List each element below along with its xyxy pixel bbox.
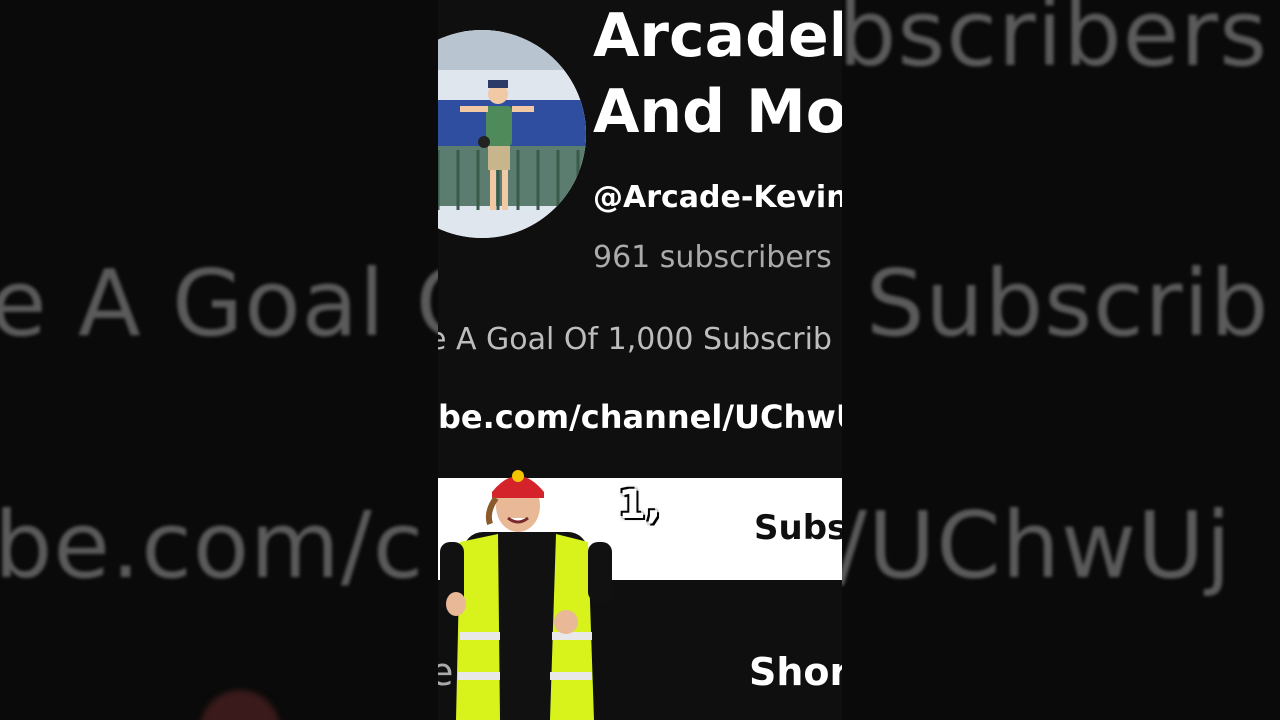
person-overlay [440,470,612,720]
channel-title-line2: And Mor [593,77,842,147]
blurred-background-right: bscribers Subscrib /UChwUj [842,0,1280,720]
blurred-background-left: e A Goal O be.com/c [0,0,438,720]
subscribe-label: Subs [754,508,842,548]
channel-link[interactable]: be.com/channel/UChwUj [438,398,842,436]
counter-overlay-text: 1, [618,482,662,528]
blurred-subscribers-text: bscribers [842,0,1269,87]
blurred-cap-shape [200,690,280,720]
blurred-description-text: e A Goal O [0,250,438,357]
blurred-subscribe-text: Subscrib [866,250,1270,357]
blurred-link-text: be.com/c [0,492,425,599]
subscriber-count: 961 subscribers [593,240,832,275]
channel-title-line1: Arcadek [593,1,842,71]
tab-shorts[interactable]: Shor [749,650,842,694]
channel-avatar[interactable] [438,30,586,238]
avatar-illustration [438,30,586,238]
channel-description[interactable]: e A Goal Of 1,000 Subscrib [438,322,832,357]
blurred-link-text-right: /UChwUj [842,492,1233,599]
channel-handle: @Arcade-Kevin [593,180,842,215]
channel-title: Arcadek And Mor [593,0,842,150]
channel-page: Arcadek And Mor @Arcade-Kevin 961 subscr… [438,0,842,720]
